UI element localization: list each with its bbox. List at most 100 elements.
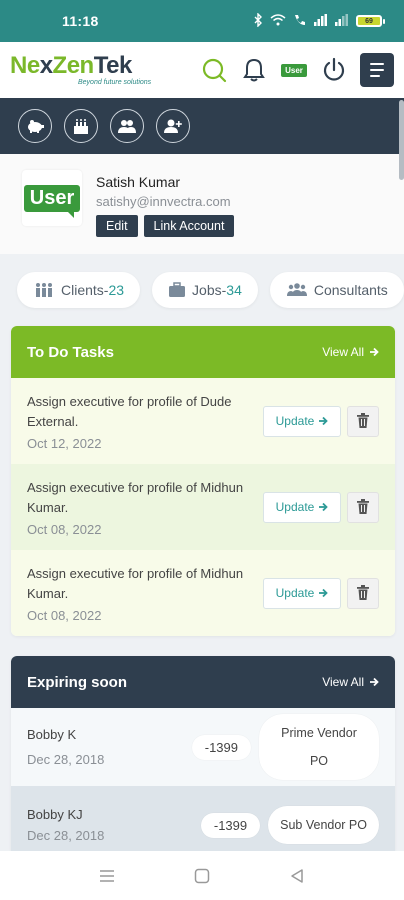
- edit-profile-button[interactable]: Edit: [96, 215, 138, 237]
- expiring-header: Expiring soon View All: [11, 656, 395, 708]
- user-profile-button[interactable]: User: [280, 56, 308, 84]
- notifications-button[interactable]: [240, 56, 268, 84]
- consultants-icon: [286, 283, 307, 296]
- todo-card: To Do Tasks View All Assign executive fo…: [11, 326, 395, 636]
- status-time: 11:18: [62, 13, 99, 29]
- todo-item: Assign executive for profile of Midhun K…: [11, 464, 395, 550]
- view-all-label: View All: [322, 345, 364, 359]
- todo-view-all-link[interactable]: View All: [322, 345, 379, 359]
- todo-title: To Do Tasks: [27, 343, 114, 361]
- delete-button[interactable]: [347, 491, 379, 523]
- clients-count: 23: [108, 282, 125, 298]
- recents-button[interactable]: [87, 861, 127, 891]
- view-all-label: View All: [322, 675, 364, 689]
- trash-icon: [357, 585, 369, 600]
- user-plus-icon: [164, 119, 182, 133]
- logo-part-4: Tek: [93, 52, 133, 79]
- consultants-label: Consultants: [313, 282, 388, 298]
- menu-line: [370, 63, 384, 65]
- link-account-button[interactable]: Link Account: [143, 215, 235, 237]
- avatar-badge: User: [23, 184, 81, 218]
- action-bar: [0, 98, 404, 154]
- add-user-button[interactable]: [156, 109, 190, 143]
- call-icon: [293, 14, 307, 29]
- home-button[interactable]: [182, 861, 222, 891]
- menu-line: [370, 75, 380, 77]
- signal-icon: [314, 13, 328, 29]
- expiring-name: Bobby K: [27, 727, 77, 742]
- back-button[interactable]: [277, 861, 317, 891]
- jobs-count: 34: [226, 282, 242, 298]
- logo[interactable]: NexZenTek Beyond future solutions: [10, 54, 151, 87]
- expiring-card: Expiring soon View All Bobby K Dec 28, 2…: [11, 656, 395, 851]
- profile-email: satishy@innvectra.com: [96, 194, 231, 209]
- user-badge-small: User: [281, 63, 307, 77]
- expiring-days-badge: -1399: [191, 734, 251, 760]
- expiring-view-all-link[interactable]: View All: [322, 675, 379, 689]
- battery-level: 69: [358, 17, 380, 25]
- logout-button[interactable]: [320, 56, 348, 84]
- update-button[interactable]: Update: [263, 405, 341, 437]
- jobs-pill[interactable]: Jobs-34: [152, 272, 258, 308]
- consultants-pill[interactable]: Consultants: [269, 272, 404, 308]
- task-description: Assign executive for profile of Midhun K…: [27, 479, 244, 515]
- update-label: Update: [275, 500, 315, 514]
- system-nav-bar: [0, 851, 404, 900]
- update-label: Update: [275, 586, 315, 600]
- briefcase-icon: [169, 282, 186, 297]
- bluetooth-icon: [253, 11, 263, 30]
- cake-icon: [74, 119, 88, 134]
- piggy-bank-icon: [28, 120, 44, 133]
- logo-wordmark: NexZenTek: [10, 54, 151, 78]
- back-icon: [290, 868, 303, 883]
- birthday-button[interactable]: [64, 109, 98, 143]
- jobs-label: Jobs-: [192, 282, 227, 298]
- piggy-bank-button[interactable]: [18, 109, 52, 143]
- users-icon: [118, 120, 136, 133]
- todo-item: Assign executive for profile of Dude Ext…: [11, 378, 395, 464]
- todo-list: Assign executive for profile of Dude Ext…: [11, 378, 395, 636]
- menu-line: [370, 69, 384, 71]
- expiring-date: Dec 28, 2018: [27, 752, 105, 767]
- scrollbar[interactable]: [399, 100, 404, 180]
- logo-part-3: Zen: [52, 52, 95, 79]
- expiring-item[interactable]: Bobby KJ Dec 28, 2018 -1399 Sub Vendor P…: [11, 786, 395, 851]
- avatar: User: [22, 170, 82, 226]
- delete-button[interactable]: [347, 405, 379, 437]
- clients-pill[interactable]: Clients-23: [17, 272, 141, 308]
- todo-item: Assign executive for profile of Midhun K…: [11, 550, 395, 636]
- task-date: Oct 08, 2022: [27, 607, 102, 623]
- search-button[interactable]: [200, 56, 228, 84]
- task-description: Assign executive for profile of Midhun K…: [27, 565, 244, 601]
- arrow-right-icon: [370, 677, 379, 687]
- profile-name: Satish Kumar: [96, 174, 181, 190]
- logo-part-2: x: [39, 52, 53, 79]
- status-bar: 11:18 69: [0, 0, 404, 42]
- app-header: NexZenTek Beyond future solutions User: [0, 42, 404, 98]
- delete-button[interactable]: [347, 577, 379, 609]
- power-icon: [323, 57, 345, 81]
- todo-header: To Do Tasks View All: [11, 326, 395, 378]
- search-icon: [202, 58, 227, 83]
- stats-row: Clients-23 Jobs-34 Consultants: [17, 272, 404, 308]
- clients-icon: [36, 283, 52, 297]
- update-button[interactable]: Update: [263, 577, 341, 609]
- vendor-type-badge: Prime Vendor PO: [259, 714, 379, 780]
- bell-icon: [243, 58, 265, 82]
- team-button[interactable]: [110, 109, 144, 143]
- task-date: Oct 12, 2022: [27, 435, 102, 451]
- task-description: Assign executive for profile of Dude Ext…: [27, 393, 232, 429]
- trash-icon: [357, 499, 369, 514]
- wifi-icon: [270, 13, 286, 29]
- clients-label: Clients-: [61, 282, 109, 298]
- expiring-item[interactable]: Bobby K Dec 28, 2018 -1399 Prime Vendor …: [11, 708, 395, 786]
- arrow-right-icon: [319, 502, 329, 512]
- expiring-name: Bobby KJ: [27, 807, 83, 822]
- arrow-right-icon: [319, 416, 329, 426]
- status-icons: 69: [253, 11, 385, 30]
- recents-icon: [100, 869, 115, 882]
- update-button[interactable]: Update: [263, 491, 341, 523]
- menu-button[interactable]: [360, 53, 394, 87]
- logo-part-1: Ne: [10, 52, 40, 79]
- profile-section: User Satish Kumar satishy@innvectra.com …: [0, 154, 404, 254]
